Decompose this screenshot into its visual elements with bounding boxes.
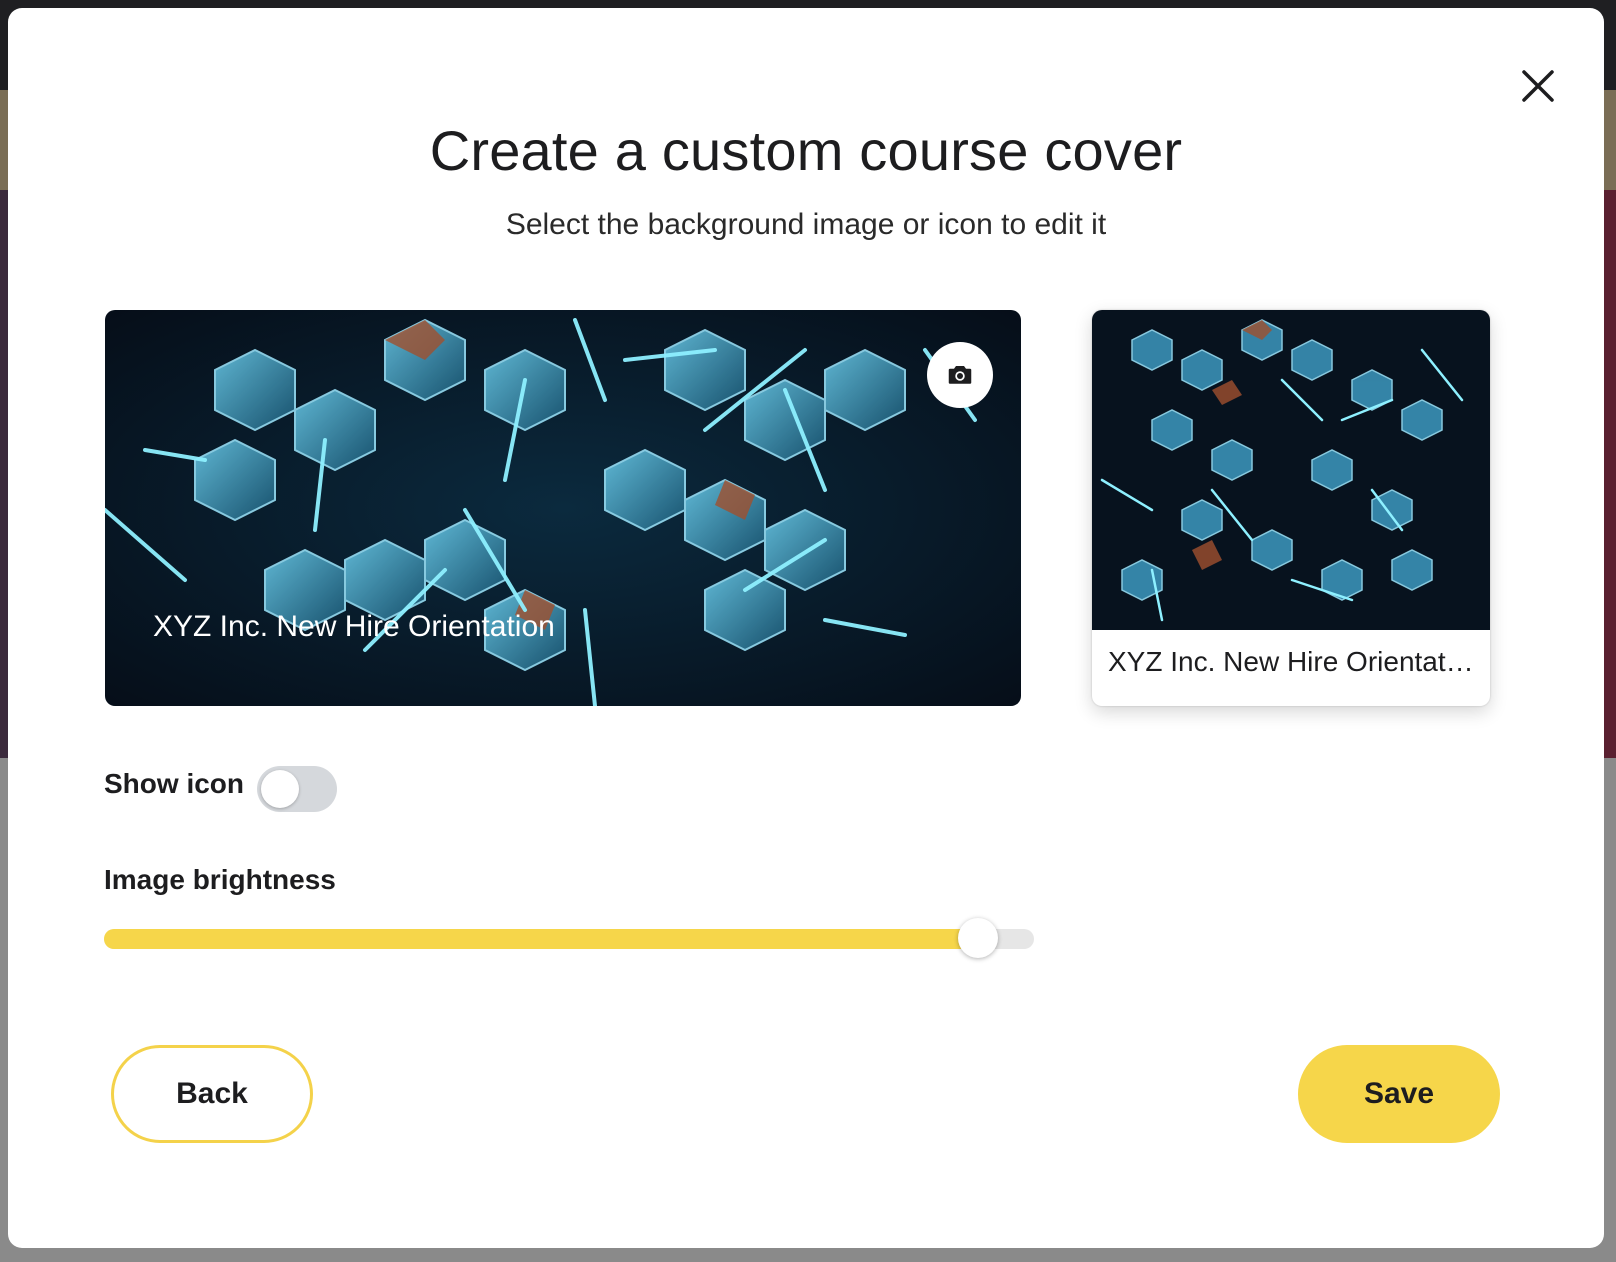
save-button[interactable]: Save bbox=[1298, 1045, 1500, 1143]
back-button[interactable]: Back bbox=[111, 1045, 313, 1143]
slider-thumb[interactable] bbox=[958, 918, 998, 958]
show-icon-label: Show icon bbox=[104, 768, 244, 799]
cover-background-image[interactable]: XYZ Inc. New Hire Orientation bbox=[105, 310, 1021, 706]
close-button[interactable] bbox=[1510, 58, 1566, 114]
preview-background-image bbox=[1092, 310, 1490, 630]
course-cover-modal: Create a custom course cover Select the … bbox=[8, 8, 1604, 1248]
camera-icon bbox=[948, 366, 972, 384]
modal-subtitle: Select the background image or icon to e… bbox=[505, 208, 1107, 241]
show-icon-toggle[interactable] bbox=[257, 766, 337, 812]
modal-title: Create a custom course cover bbox=[429, 119, 1183, 182]
close-icon bbox=[1522, 70, 1554, 102]
background-image bbox=[105, 310, 1021, 706]
preview-course-title: XYZ Inc. New Hire Orientation bbox=[1108, 646, 1478, 677]
toggle-knob bbox=[261, 770, 299, 808]
cover-preview-card: XYZ Inc. New Hire Orientation bbox=[1092, 310, 1490, 706]
image-brightness-slider[interactable] bbox=[104, 918, 1034, 958]
change-image-button[interactable] bbox=[927, 342, 993, 408]
preview-image bbox=[1092, 310, 1490, 630]
image-brightness-label: Image brightness bbox=[104, 864, 336, 895]
slider-fill bbox=[104, 929, 978, 949]
cover-title: XYZ Inc. New Hire Orientation bbox=[153, 610, 555, 643]
